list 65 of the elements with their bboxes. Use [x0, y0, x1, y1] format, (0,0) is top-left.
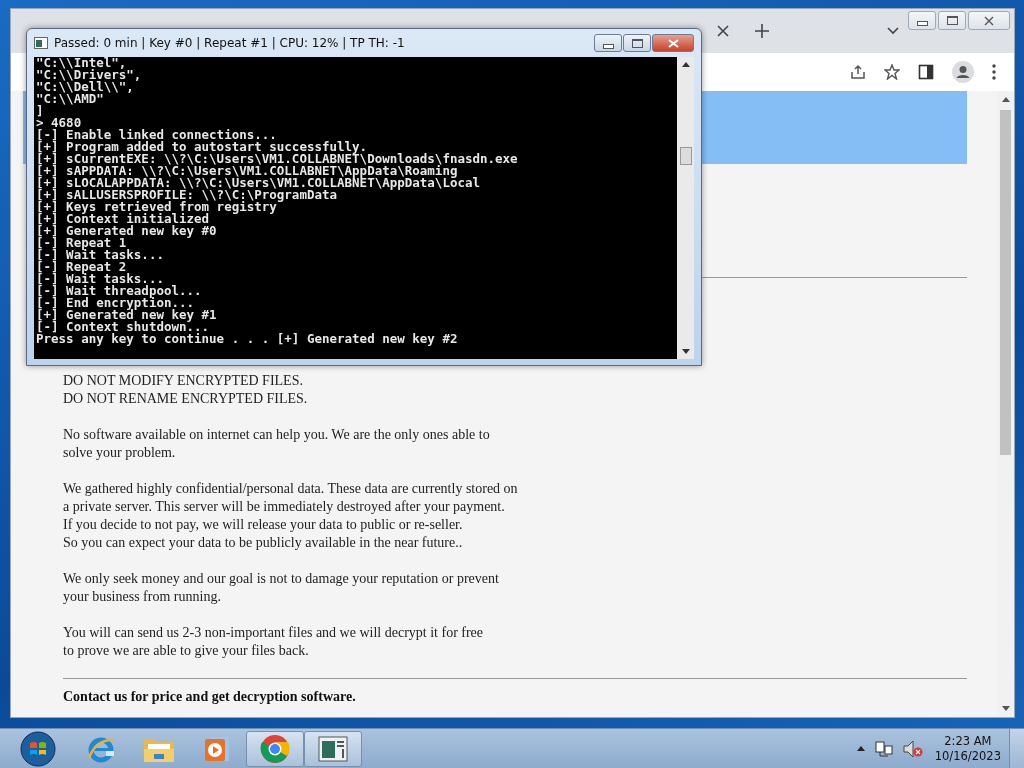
console-line: [+] sALLUSERSPROFILE: \\?\C:\ProgramData	[36, 189, 338, 201]
console-icon	[34, 37, 48, 49]
network-icon[interactable]	[874, 739, 893, 758]
console-line: [+] Generated new key #0	[36, 225, 218, 237]
console-line: [+] Context initialized	[36, 213, 211, 225]
scroll-up-icon[interactable]	[681, 62, 690, 67]
note-paragraph: DO NOT MODIFY ENCRYPTED FILES. DO NOT RENAME ENCRYPTED FILES.	[63, 372, 309, 408]
window-title: Passed: 0 min | Key #0 | Repeat #1 | CPU: 12% | TP TH: -1	[54, 36, 405, 50]
close-icon	[984, 15, 994, 26]
minimize-button[interactable]	[908, 11, 936, 30]
scroll-down-icon[interactable]	[1001, 706, 1010, 711]
profile-icon[interactable]	[952, 61, 974, 83]
console-line: [-] Wait tasks...	[36, 273, 164, 285]
maximize-button[interactable]	[938, 11, 966, 30]
console-line: [+] sLOCALAPPDATA: \\?\C:\Users\VM1.COLLABNET\AppData\Local	[36, 177, 481, 189]
side-panel-icon[interactable]	[918, 64, 934, 80]
chrome-icon	[260, 733, 290, 764]
note-paragraph: We gathered highly confidential/personal data. These data are currently stored on a private server. This server will be immediately destroyed after your payment. If you decide to not pay, we will release your data to public or re-seller. So you can expect your data to be publicly available in the near future..	[63, 480, 519, 552]
scroll-down-icon[interactable]	[681, 349, 690, 354]
console-line: [+] sCurrentEXE: \\?\C:\Users\VM1.COLLABNET\Downloads\fnasdn.exe	[36, 153, 519, 165]
console-line: [+] Program added to autostart successfully.	[36, 141, 368, 153]
console-line: [-] End encryption...	[36, 297, 195, 309]
start-orb-icon[interactable]	[20, 730, 56, 767]
taskbar-app[interactable]	[304, 730, 362, 767]
console-line: [-] Wait threadpool...	[36, 285, 203, 297]
console-line: [-] Wait tasks...	[36, 249, 165, 261]
console-line: [+] Keys retrieved from registry	[36, 201, 277, 213]
chevron-down-icon[interactable]	[887, 27, 899, 35]
share-icon[interactable]	[850, 64, 866, 80]
console-line: > 4680	[36, 117, 82, 129]
console-line: "C:\\Drivers",	[36, 69, 143, 81]
maximize-button[interactable]	[623, 34, 651, 52]
scroll-up-icon[interactable]	[1001, 97, 1010, 102]
media-player-icon	[203, 734, 231, 763]
new-tab-icon[interactable]	[755, 24, 769, 38]
show-hidden-icons-icon[interactable]	[856, 746, 865, 751]
volume-muted-icon[interactable]	[902, 739, 923, 758]
taskbar-app[interactable]	[246, 730, 304, 767]
console-line: ]	[36, 105, 44, 117]
menu-icon[interactable]	[992, 64, 996, 80]
contact-text: Contact us for price and get decryption software.	[63, 689, 357, 705]
console-line: "C:\\AMD"	[36, 93, 104, 105]
star-icon[interactable]	[884, 64, 900, 80]
console-icon	[318, 735, 348, 762]
clock-date[interactable]: 10/16/2023	[934, 748, 1001, 764]
note-paragraph: We only seek money and our goal is not to damage your reputation or prevent your business from running.	[63, 570, 500, 606]
scroll-thumb[interactable]	[1000, 110, 1011, 455]
close-button[interactable]	[652, 34, 694, 52]
scroll-thumb[interactable]	[679, 147, 692, 165]
clock-time[interactable]: 2:23 AM	[944, 733, 992, 749]
console-line: [-] Context shutdown...	[36, 321, 210, 333]
console-line: [-] Enable linked connections...	[36, 129, 277, 141]
close-icon[interactable]	[717, 25, 729, 37]
console-line: [-] Repeat 1	[36, 237, 127, 249]
scrollbar[interactable]	[677, 57, 694, 359]
console-line: "C:\\Dell\\",	[36, 81, 134, 93]
note-paragraph: You will can send us 2-3 non-important files and we will decrypt it for free to prove we are able to give your files back.	[63, 624, 485, 660]
console-line: [+] sAPPDATA: \\?\C:\Users\VM1.COLLABNET\AppData\Roaming	[36, 165, 458, 177]
console-line: Press any key to continue . . . [+] Generated new key #2	[36, 333, 459, 345]
minimize-button[interactable]	[594, 34, 622, 52]
note-paragraph: No software available on internet can help you. We are the only ones able to solve your problem.	[63, 426, 491, 462]
console-line: [+] Generated new key #1	[36, 309, 218, 321]
console-line: [-] Repeat 2	[36, 261, 127, 273]
console-line: "C:\\Intel",	[36, 57, 127, 69]
close-icon	[667, 38, 679, 48]
